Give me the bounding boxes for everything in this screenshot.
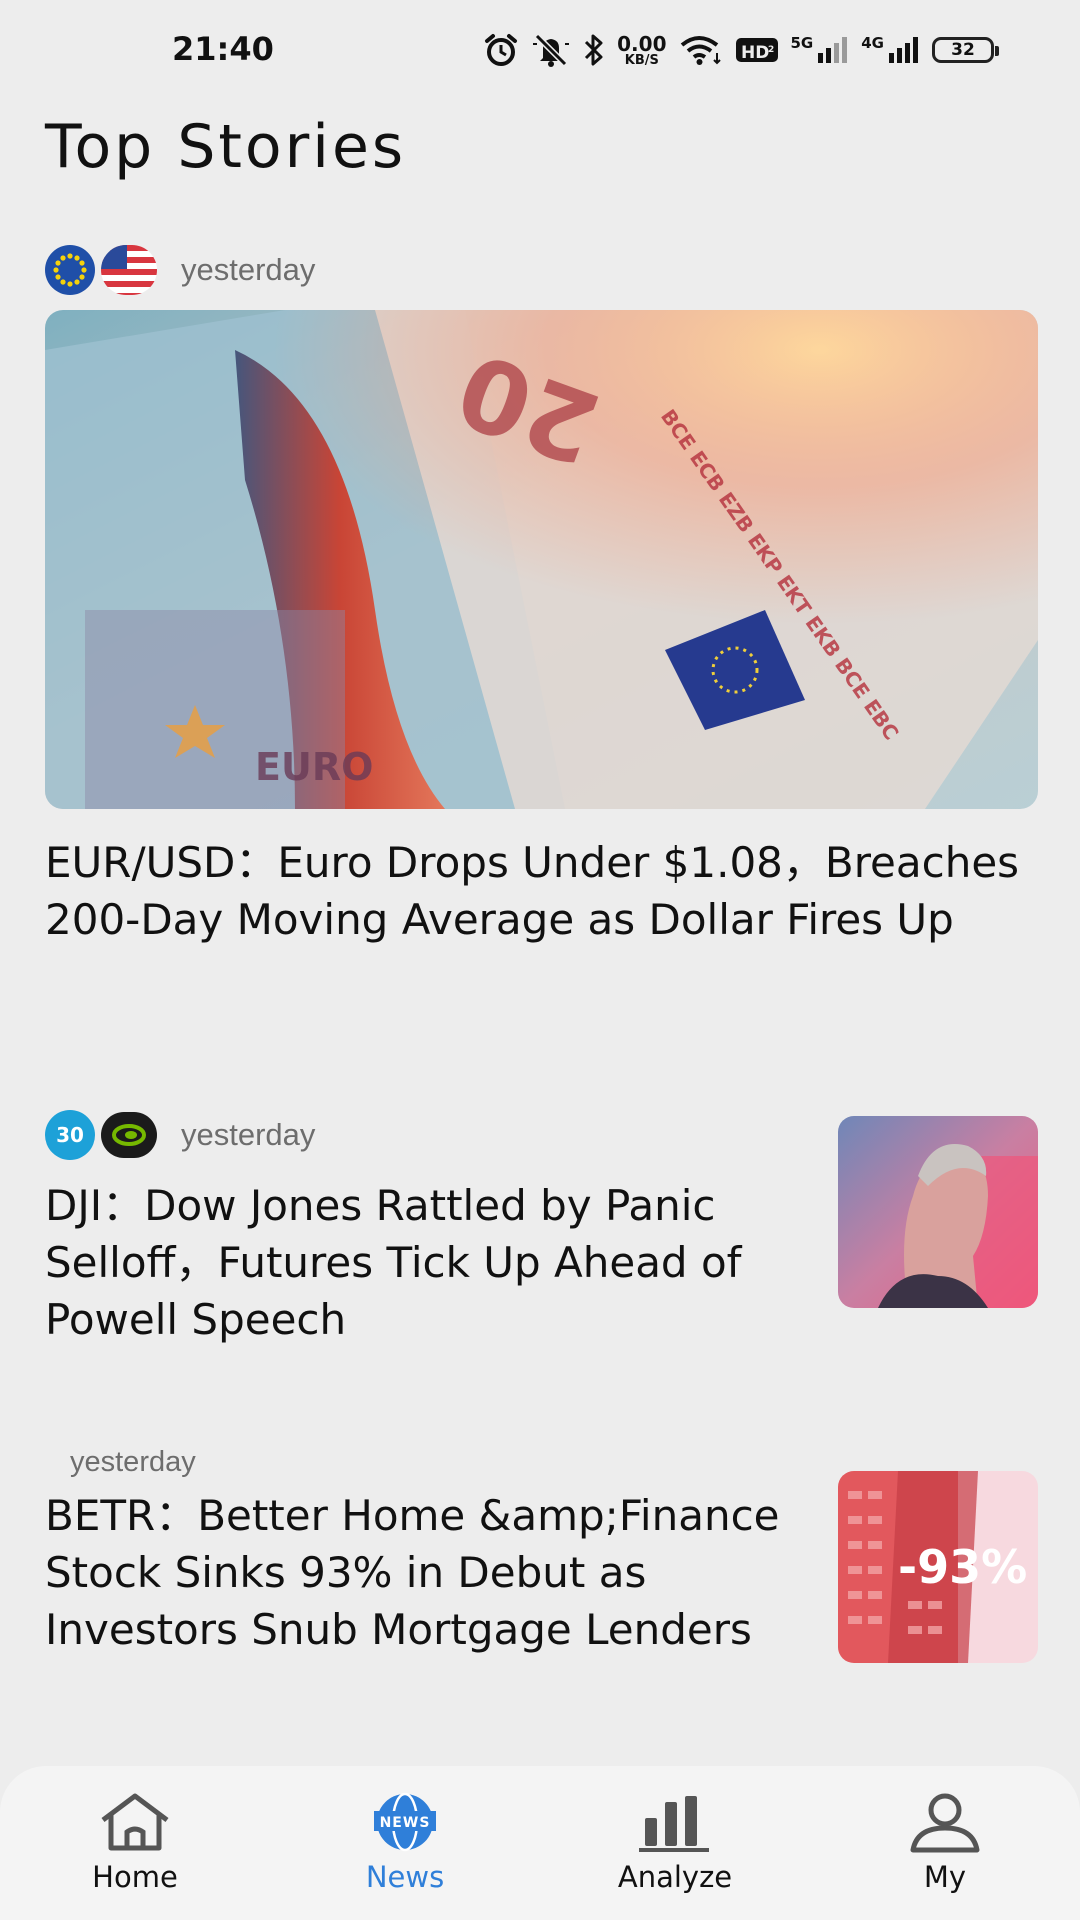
eu-flag-icon <box>45 245 95 295</box>
signal-4g-label: 4G <box>861 34 884 52</box>
bluetooth-icon <box>585 34 603 66</box>
nav-item-news[interactable]: NEWS News <box>305 1766 505 1920</box>
story-1-meta: yesterday <box>45 245 316 295</box>
nav-item-analyze[interactable]: Analyze <box>575 1766 775 1920</box>
hd-icon: HD 2 <box>735 38 778 63</box>
nvidia-logo-icon <box>101 1112 157 1158</box>
story-3-meta: yesterday <box>70 1442 196 1482</box>
mute-icon <box>533 33 570 67</box>
story-1-image[interactable]: 20 BCE ECB EZB EKP EKT EKB BCE EBC EURO <box>45 310 1038 809</box>
story-1-time: yesterday <box>181 252 316 287</box>
story-1-headline[interactable]: EUR/USD：Euro Drops Under $1.08，Breaches … <box>45 834 1030 948</box>
svg-text:NEWS: NEWS <box>380 1815 431 1831</box>
svg-text:-93%: -93% <box>898 1540 1027 1594</box>
wifi-icon <box>680 36 721 65</box>
story-3-headline[interactable]: BETR：Better Home &amp;Finance Stock Sink… <box>45 1487 825 1658</box>
status-time: 21:40 <box>172 30 274 68</box>
nav-item-home[interactable]: Home <box>35 1766 235 1920</box>
story-2-headline[interactable]: DJI：Dow Jones Rattled by Panic Selloff，F… <box>45 1177 825 1348</box>
status-icons: 0.00 KB/S HD 2 5G 4G 32 <box>483 28 999 72</box>
bottom-nav: Home NEWS News Analyze My <box>0 1766 1080 1920</box>
us-flag-icon <box>101 245 157 295</box>
svg-text:HD: HD <box>741 43 769 63</box>
story-2-thumbnail[interactable] <box>838 1116 1038 1308</box>
story-3-time: yesterday <box>70 1445 196 1478</box>
svg-text:EURO: EURO <box>255 745 373 789</box>
bar-chart-icon <box>639 1796 709 1852</box>
user-icon <box>910 1793 980 1853</box>
dow30-badge-text: 30 <box>56 1123 84 1147</box>
page-title: Top Stories <box>45 112 407 182</box>
nav-label-home: Home <box>92 1860 178 1894</box>
story-3-thumbnail[interactable]: -93% <box>838 1471 1038 1663</box>
nav-label-news: News <box>365 1860 445 1894</box>
alarm-icon <box>485 34 518 66</box>
story-2-meta: 30 yesterday <box>45 1110 316 1160</box>
signal-5g-icon <box>818 37 848 63</box>
signal-5g-label: 5G <box>790 34 814 52</box>
network-speed: 0.00 KB/S <box>617 34 666 67</box>
news-screen: 21:40 0.00 KB/S HD 2 5G 4G 32 Top Storie… <box>0 0 1080 1920</box>
nav-label-my: My <box>923 1860 967 1894</box>
home-icon <box>101 1793 169 1851</box>
story-2-time: yesterday <box>181 1117 316 1152</box>
dow30-icon: 30 <box>45 1110 95 1160</box>
status-bar: 21:40 0.00 KB/S HD 2 5G 4G 32 <box>0 0 1080 100</box>
signal-4g-icon <box>889 37 918 63</box>
svg-text:2: 2 <box>768 45 774 55</box>
news-globe-icon: NEWS <box>374 1792 436 1852</box>
battery-indicator: 32 <box>932 37 999 63</box>
nav-label-analyze: Analyze <box>617 1860 733 1894</box>
nav-item-my[interactable]: My <box>845 1766 1045 1920</box>
net-speed-unit: KB/S <box>624 52 659 68</box>
net-speed-value: 0.00 <box>617 31 667 56</box>
